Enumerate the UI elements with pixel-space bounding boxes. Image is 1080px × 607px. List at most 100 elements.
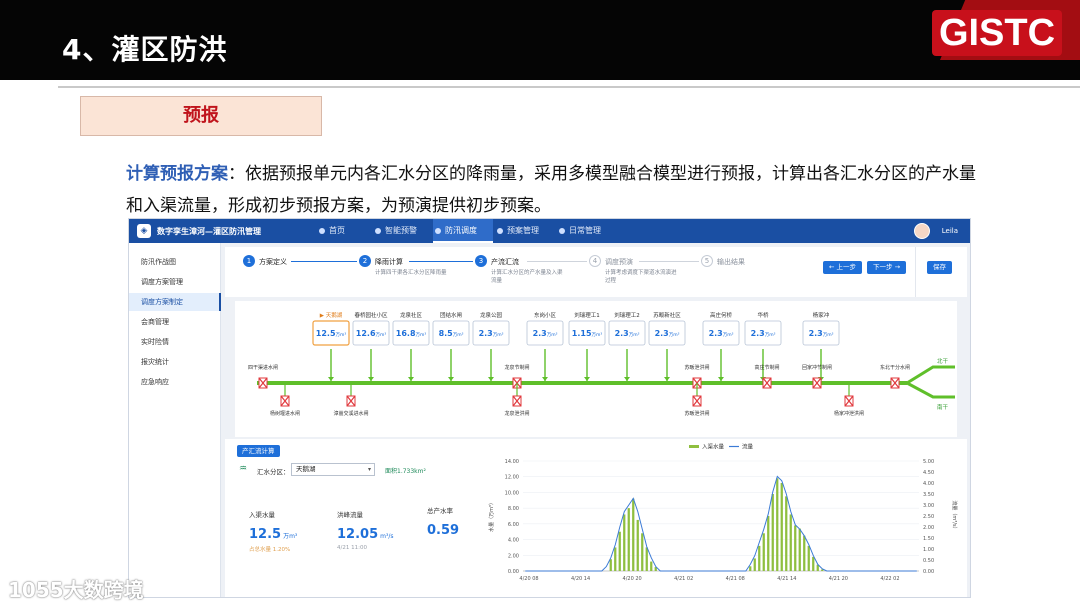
prev-step-button[interactable]: ← 上一步	[823, 261, 863, 274]
sidebar-item-plan-create[interactable]: 调度方案制定	[129, 293, 221, 311]
plan-icon	[497, 228, 503, 234]
runoff-calc-button[interactable]: 产汇流计算	[237, 445, 280, 457]
runoff-chart-panel: 入渠水量 流量 0.00 2.00 4.00 6.00 8.00 10.00 12.00 14.0…	[479, 439, 967, 597]
legend-label: 流量	[742, 443, 754, 451]
slide: 4、灌区防洪 GISTC 预报 计算预报方案：依据预报单元内各汇水分区的降雨量，…	[0, 0, 1080, 607]
watermark: 1055大数跨境	[8, 578, 144, 602]
x-tick: 4/20 08	[519, 576, 538, 582]
gate-label: 龙泉节制闸	[504, 364, 529, 371]
y-right-tick: 4.00	[923, 481, 934, 487]
y-left-tick: 10.00	[505, 490, 519, 496]
app-name: 数字孪生漳河—灌区防汛管理	[157, 227, 261, 236]
y-left-label: 水量（万m³）	[488, 500, 495, 532]
bar	[609, 559, 612, 571]
bar	[803, 535, 806, 571]
canal-network: 北干 南干 ▶ 天鹅湖 12.5万m³ 春桥园社小区 12.6万m³ 龙泉社区 16.8万m³…	[235, 301, 957, 437]
bar	[632, 498, 635, 571]
bar	[623, 514, 626, 571]
y-left-tick: 12.00	[505, 475, 519, 481]
steps-divider	[915, 247, 916, 297]
step-connector	[409, 261, 473, 262]
canal-network-diagram: 北干南干▶ 天鹅湖12.5万m³春桥园社小区12.6万m³龙泉社区16.8万m³…	[248, 311, 955, 417]
y-right-tick: 2.50	[923, 514, 934, 520]
sidebar-item-plan-manage[interactable]: 调度方案管理	[129, 273, 221, 291]
bar	[749, 566, 752, 571]
sidebar-item-disaster-stats[interactable]: 报灾统计	[129, 353, 221, 371]
warning-icon	[375, 228, 381, 234]
slide-title: 4、灌区防洪	[62, 33, 228, 66]
bar	[785, 496, 788, 571]
nav-plan-management[interactable]: 预案管理	[495, 219, 555, 243]
bar	[614, 547, 617, 571]
gate-label: 漳嵩交溪进水闸	[333, 410, 368, 417]
zone-name: 华桥	[757, 311, 769, 319]
step-connector	[527, 261, 587, 262]
nav-home[interactable]: 首页	[317, 219, 373, 243]
branch-label: 南干	[937, 403, 949, 411]
sidebar: 防汛作战图 调度方案管理 调度方案制定 会商管理 实时险情 报灾统计 应急响应	[129, 243, 221, 597]
zone-name: ▶ 天鹅湖	[320, 311, 343, 319]
zone-name: 团结水闸	[440, 311, 462, 319]
inflow-arrow-icon	[368, 377, 374, 381]
bar	[636, 519, 639, 571]
bar	[627, 508, 630, 571]
gate-label: 四干渠进水闸	[248, 364, 278, 371]
nav-warning[interactable]: 智能预警	[373, 219, 431, 243]
nav-daily-management[interactable]: 日常管理	[557, 219, 617, 243]
runoff-panel: 产汇流计算 ♒ 汇水分区： 天鹅湖 ▾ 面积1.733km² 入渠水量 12.5 万…	[225, 439, 479, 597]
section-tag: 预报	[80, 96, 322, 136]
sidebar-item-emergency[interactable]: 应急响应	[129, 373, 221, 391]
watershed-icon: ♒	[239, 464, 248, 474]
user-name: Leila	[941, 227, 958, 235]
save-button[interactable]: 保存	[927, 261, 952, 274]
gate-label: 杨家冲泄洪闸	[834, 410, 864, 417]
gate-label: 回家冲节制闸	[802, 364, 832, 371]
y-left-tick: 0.00	[508, 569, 519, 575]
zone-name: 苏畈新社区	[653, 311, 681, 319]
gistc-logo: GISTC	[932, 10, 1062, 56]
bar	[780, 483, 783, 571]
sidebar-item-flood-map[interactable]: 防汛作战图	[129, 253, 221, 271]
bar	[767, 516, 770, 571]
y-right-tick: 0.50	[923, 558, 934, 564]
inflow-arrow-icon	[488, 377, 494, 381]
bar	[812, 556, 815, 571]
zone-select[interactable]: 天鹅湖 ▾	[291, 463, 375, 476]
inflow-arrow-icon	[664, 377, 670, 381]
zone-name: 刘瑞理工1	[574, 311, 600, 319]
zone-name: 刘瑞理工2	[614, 311, 640, 319]
legend-swatch	[689, 445, 699, 448]
description-highlight: 计算预报方案	[126, 164, 228, 184]
inflow-arrow-icon	[542, 377, 548, 381]
y-left-tick: 14.00	[505, 459, 519, 465]
sidebar-item-consultation[interactable]: 会商管理	[129, 313, 221, 331]
bar	[758, 545, 761, 571]
gate-label: 高庄节制闸	[754, 364, 779, 371]
zone-name: 春桥园社小区	[354, 311, 388, 319]
x-tick: 4/21 14	[777, 576, 796, 582]
y-right-tick: 2.00	[923, 525, 934, 531]
dispatch-icon	[435, 228, 441, 234]
x-tick: 4/21 02	[674, 576, 693, 582]
branch-canal-south	[906, 381, 955, 399]
y-right-tick: 4.50	[923, 470, 934, 476]
step-connector	[639, 261, 699, 262]
bar	[798, 528, 801, 571]
gate-label: 苏畈泄洪闸	[684, 410, 709, 417]
bar	[645, 547, 648, 571]
nav-flood-dispatch[interactable]: 防汛调度	[433, 219, 493, 243]
inflow-arrow-icon	[448, 377, 454, 381]
stat-peak-flow: 洪峰流量 12.05 m³/s 4/21 11:00	[337, 511, 394, 551]
description-text: ：依据预报单元内各汇水分区的降雨量，采用多模型融合模型进行预报，计算出各汇水分区…	[126, 164, 976, 216]
gate-label: 苏畈泄洪闸	[684, 364, 709, 371]
bar	[753, 558, 756, 571]
sidebar-item-live-danger[interactable]: 实时险情	[129, 333, 221, 351]
next-step-button[interactable]: 下一步 →	[867, 261, 907, 274]
inflow-arrow-icon	[408, 377, 414, 381]
step-connector	[291, 261, 357, 262]
steps-panel: 1 方案定义 2 降雨计算 计算四干渠各汇水分区降雨量 3 产流汇流 计算汇水分区的产水量…	[225, 247, 967, 297]
y-left-tick: 4.00	[508, 538, 519, 544]
description: 计算预报方案：依据预报单元内各汇水分区的降雨量，采用多模型融合模型进行预报，计算…	[126, 158, 986, 222]
user-avatar[interactable]	[914, 223, 930, 239]
y-left-tick: 2.00	[508, 553, 519, 559]
